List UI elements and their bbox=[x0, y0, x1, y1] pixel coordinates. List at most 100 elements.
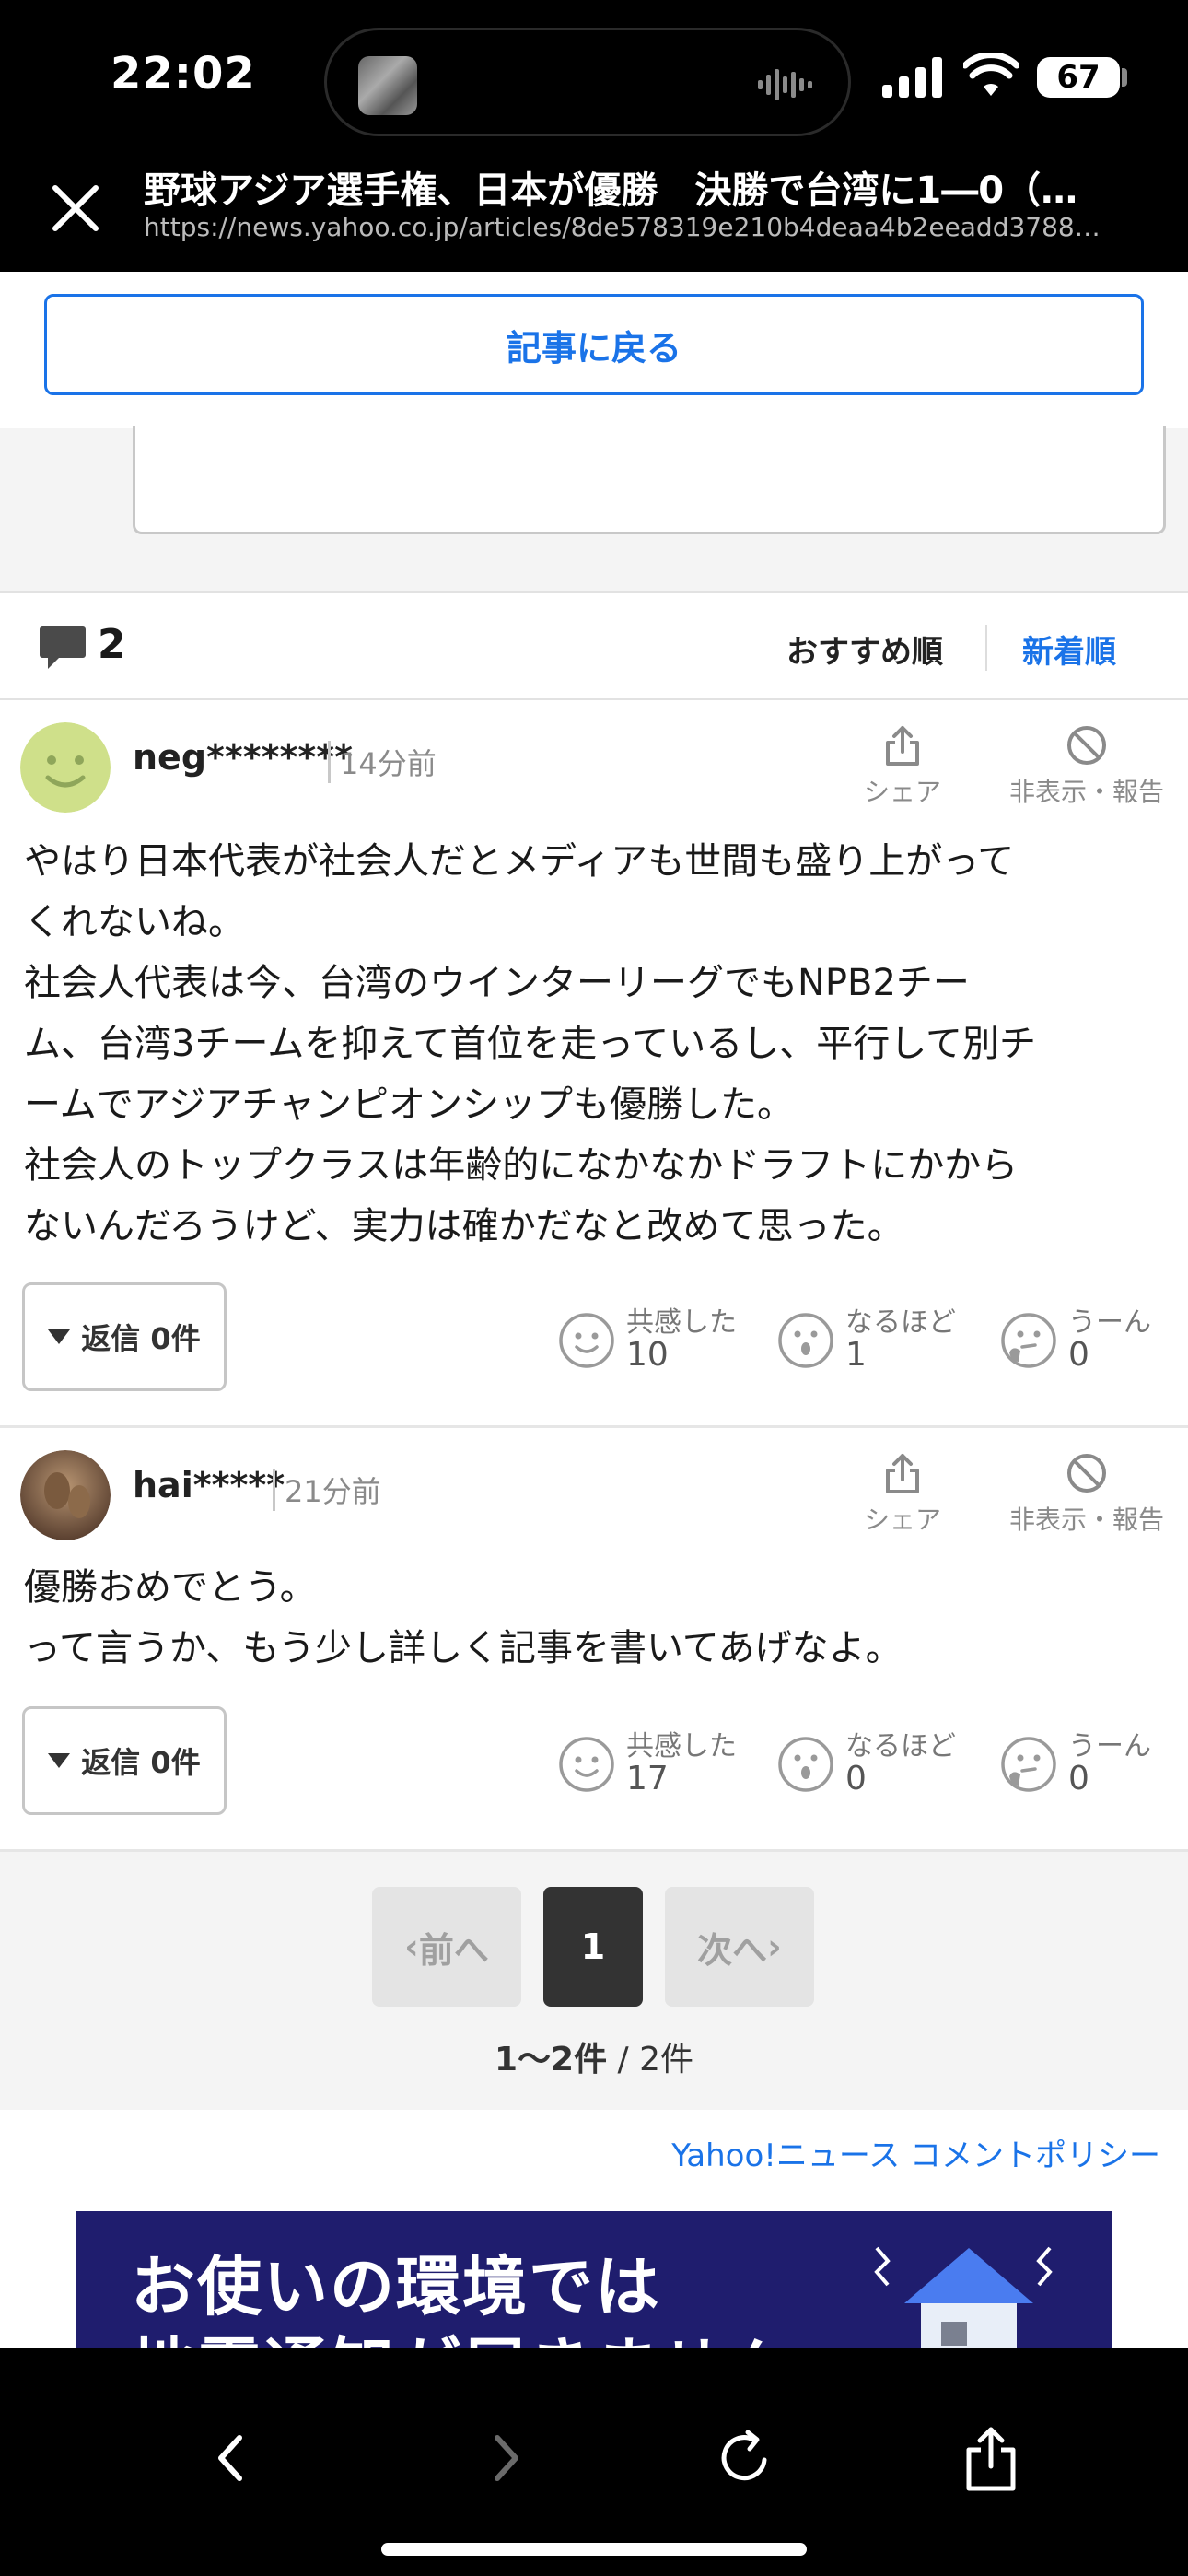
reaction-count: 10 bbox=[626, 1336, 669, 1374]
share-button[interactable]: シェア bbox=[856, 1452, 949, 1537]
comment-bubble-icon bbox=[40, 626, 86, 669]
avatar[interactable] bbox=[20, 1450, 111, 1540]
sort-newest-tab[interactable]: 新着順 bbox=[1022, 626, 1116, 672]
comment-time: 14分前 bbox=[328, 741, 437, 783]
ad-headline: お使いの環境では bbox=[131, 2249, 661, 2324]
comment-body: やはり日本代表が社会人だとメディアも世間も盛り上がって くれないね。 社会人代表… bbox=[24, 840, 1037, 1247]
hide-report-label: 非表示・報告 bbox=[1008, 777, 1164, 807]
comments-header: 2 おすすめ順 新着順 bbox=[0, 591, 1188, 700]
comment-body: 優勝おめでとう。 って言うか、もう少し詳しく記事を書いてあげなよ。 bbox=[24, 1566, 903, 1669]
back-area: 記事に戻る bbox=[0, 272, 1188, 428]
reaction-count: 0 bbox=[1068, 1760, 1089, 1797]
next-label: 次へ bbox=[697, 1929, 768, 1971]
thinking-face-icon bbox=[1001, 1737, 1056, 1792]
reply-toggle-button[interactable]: 返信 0件 bbox=[22, 1706, 227, 1815]
block-icon bbox=[1067, 726, 1106, 765]
chevron-left-icon: ‹ bbox=[404, 1926, 419, 1967]
prev-page-button[interactable]: ‹ 前へ bbox=[372, 1887, 521, 2007]
prev-label: 前へ bbox=[418, 1929, 489, 1971]
reload-button[interactable] bbox=[709, 2421, 783, 2495]
reaction-label: なるほど bbox=[845, 1730, 956, 1762]
share-icon bbox=[886, 726, 919, 766]
reply-toggle-button[interactable]: 返信 0件 bbox=[22, 1282, 227, 1391]
reaction-label: うーん bbox=[1068, 1730, 1151, 1762]
reaction-count: 0 bbox=[1068, 1336, 1089, 1374]
back-nav-button[interactable] bbox=[193, 2421, 267, 2495]
page-title: 野球アジア選手権、日本が優勝 決勝で台湾に1―0（… bbox=[144, 170, 1078, 212]
pagination: ‹ 前へ 1 次へ › 1〜2件 / 2件 bbox=[0, 1852, 1188, 2110]
reaction-indeed[interactable]: なるほど 0 bbox=[777, 1723, 956, 1806]
now-playing-thumbnail bbox=[358, 56, 417, 115]
reaction-empathy[interactable]: 共感した 17 bbox=[558, 1723, 737, 1806]
share-icon bbox=[966, 2427, 1016, 2491]
status-bar: 22:02 67 bbox=[0, 0, 1188, 138]
reaction-count: 17 bbox=[626, 1760, 669, 1797]
comment-input-box[interactable] bbox=[133, 426, 1166, 534]
sort-recommended-tab[interactable]: おすすめ順 bbox=[786, 626, 943, 672]
cellular-signal-icon bbox=[882, 57, 942, 98]
reaction-label: 共感した bbox=[626, 1730, 737, 1762]
page-number-current[interactable]: 1 bbox=[543, 1887, 643, 2007]
share-page-button[interactable] bbox=[954, 2421, 1028, 2495]
page-url: https://news.yahoo.co.jp/articles/8de578… bbox=[144, 212, 1101, 242]
triangle-down-icon bbox=[48, 1753, 71, 1768]
surprised-face-icon bbox=[778, 1313, 833, 1368]
comment-item: neg******** 14分前 シェア 非表示・報告 やはり日本代表が社会人だ… bbox=[0, 700, 1188, 1428]
block-icon bbox=[1067, 1454, 1106, 1493]
ad-banner[interactable]: お使いの環境では 地震通知が届きません bbox=[76, 2211, 1112, 2359]
browser-toolbar bbox=[0, 2348, 1188, 2576]
chevron-left-icon bbox=[218, 2435, 242, 2481]
home-indicator[interactable] bbox=[381, 2543, 807, 2556]
battery-indicator: 67 bbox=[1037, 57, 1120, 98]
reaction-indeed[interactable]: なるほど 1 bbox=[777, 1299, 956, 1382]
reply-count-label: 返信 0件 bbox=[81, 1745, 201, 1780]
chevron-right-icon: › bbox=[767, 1926, 782, 1967]
hide-report-button[interactable]: 非表示・報告 bbox=[995, 724, 1179, 809]
surprised-face-icon bbox=[778, 1737, 833, 1792]
comment-item: hai***** 21分前 シェア 非表示・報告 優勝おめでとう。 って言うか、… bbox=[0, 1428, 1188, 1852]
range-total: / 2件 bbox=[607, 2041, 694, 2078]
reaction-hmm[interactable]: うーん 0 bbox=[1000, 1723, 1166, 1806]
share-label: シェア bbox=[863, 777, 941, 807]
reload-icon bbox=[721, 2430, 767, 2481]
dynamic-island[interactable] bbox=[324, 28, 851, 136]
reaction-count: 1 bbox=[845, 1336, 867, 1374]
triangle-down-icon bbox=[48, 1329, 71, 1344]
comment-count: 2 bbox=[98, 621, 126, 668]
result-range: 1〜2件 / 2件 bbox=[0, 2032, 1188, 2080]
forward-nav-button[interactable] bbox=[470, 2421, 543, 2495]
reaction-label: 共感した bbox=[626, 1306, 737, 1339]
smile-face-icon bbox=[559, 1313, 614, 1368]
avatar[interactable] bbox=[20, 722, 111, 813]
chevron-right-icon bbox=[495, 2435, 518, 2481]
share-label: シェア bbox=[863, 1505, 941, 1535]
next-page-button[interactable]: 次へ › bbox=[665, 1887, 814, 2007]
audio-wave-icon bbox=[758, 69, 812, 100]
sort-divider bbox=[985, 625, 987, 671]
thinking-face-icon bbox=[1001, 1313, 1056, 1368]
reaction-empathy[interactable]: 共感した 10 bbox=[558, 1299, 737, 1382]
smiley-avatar-icon bbox=[20, 722, 111, 813]
smile-face-icon bbox=[559, 1737, 614, 1792]
battery-cap bbox=[1122, 68, 1127, 87]
reaction-label: うーん bbox=[1068, 1306, 1151, 1339]
back-to-article-button[interactable]: 記事に戻る bbox=[44, 294, 1144, 395]
animal-photo-avatar bbox=[20, 1450, 111, 1540]
comment-username[interactable]: hai***** bbox=[133, 1465, 285, 1505]
close-icon[interactable] bbox=[48, 181, 103, 236]
reaction-label: なるほど bbox=[845, 1306, 956, 1339]
reaction-hmm[interactable]: うーん 0 bbox=[1000, 1299, 1166, 1382]
share-button[interactable]: シェア bbox=[856, 724, 949, 809]
comment-username[interactable]: neg******** bbox=[133, 737, 353, 778]
reply-count-label: 返信 0件 bbox=[81, 1321, 201, 1356]
range-bold: 1〜2件 bbox=[494, 2041, 608, 2078]
reaction-count: 0 bbox=[845, 1760, 867, 1797]
status-time: 22:02 bbox=[111, 48, 256, 100]
wifi-icon bbox=[963, 53, 1019, 96]
shaking-house-icon bbox=[874, 2246, 1053, 2359]
policy-area: Yahoo!ニュース コメントポリシー お使いの環境では 地震通知が届きません bbox=[0, 2110, 1188, 2359]
browser-header: 野球アジア選手権、日本が優勝 決勝で台湾に1―0（… https://news.… bbox=[0, 138, 1188, 272]
comment-policy-link[interactable]: Yahoo!ニュース コメントポリシー bbox=[671, 2130, 1160, 2175]
hide-report-button[interactable]: 非表示・報告 bbox=[995, 1452, 1179, 1537]
hide-report-label: 非表示・報告 bbox=[1008, 1505, 1164, 1535]
